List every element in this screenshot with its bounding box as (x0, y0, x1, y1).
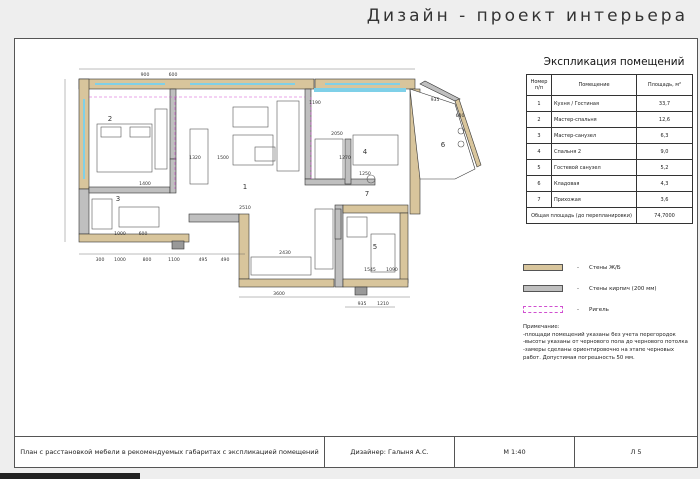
explication-title: Экспликация помещений (543, 56, 685, 68)
scale-label: М 1:40 (455, 437, 575, 467)
total-label: Общая площадь (до перепланировки) (526, 207, 637, 224)
svg-text:490: 490 (221, 257, 230, 263)
svg-text:1000: 1000 (114, 257, 126, 263)
svg-text:1500: 1500 (217, 155, 229, 161)
notes-title: Примечание: (523, 324, 560, 330)
svg-text:2: 2 (108, 115, 112, 123)
svg-text:300: 300 (96, 257, 105, 263)
table-row: 2 Мастер-спальня 12,6 (526, 111, 693, 128)
table-row: 6 Кладовая 4,3 (526, 175, 693, 192)
svg-text:1090: 1090 (386, 267, 398, 273)
svg-text:1545: 1545 (364, 267, 376, 273)
svg-text:7: 7 (365, 190, 369, 198)
notes: Примечание: -площади помещений указаны б… (523, 324, 693, 362)
svg-text:3600: 3600 (273, 291, 285, 297)
svg-text:1100: 1100 (168, 257, 180, 263)
legend: - Стены Ж/Б - Стены кирпич (200 мм) - Ри… (523, 257, 693, 320)
svg-text:600: 600 (169, 72, 178, 78)
legend-item-beam: - Ригель (523, 299, 693, 320)
svg-text:6: 6 (441, 141, 446, 149)
header-area: Площадь, м² (636, 74, 693, 96)
svg-text:2430: 2430 (279, 250, 291, 256)
svg-text:5: 5 (373, 243, 377, 251)
header-name: Помещение (551, 74, 637, 96)
table-row: 3 Мастер-санузел 6,3 (526, 127, 693, 144)
svg-text:600: 600 (139, 231, 148, 237)
svg-text:1400: 1400 (139, 181, 151, 187)
total-value: 74,7000 (636, 207, 693, 224)
designer-name: Дизайнер: Галыня А.С. (325, 437, 455, 467)
concrete-wall-swatch (523, 264, 563, 271)
note-line: -замеры сделаны ориентировочно на этапе … (523, 347, 674, 361)
svg-text:1210: 1210 (377, 301, 389, 307)
svg-text:1270: 1270 (339, 155, 351, 161)
svg-text:1000: 1000 (114, 231, 126, 237)
beam-swatch (523, 306, 563, 313)
bottom-bar (0, 473, 140, 479)
table-row: 7 Прихожая 3,6 (526, 191, 693, 208)
explication-block: Экспликация помещений Номер п/п Помещени… (526, 54, 700, 224)
drawing-sheet: 900 600 2 1 3 4 5 6 7 1400 1320 1500 2510 2… (14, 38, 698, 468)
title-block: План с расстановкой мебели в рекомендуем… (15, 436, 697, 467)
svg-text:2510: 2510 (239, 205, 251, 211)
svg-text:3: 3 (116, 195, 120, 203)
table-row: 1 Кухня / Гостиная 33,7 (526, 95, 693, 112)
sheet-description: План с расстановкой мебели в рекомендуем… (15, 437, 325, 467)
svg-text:1: 1 (243, 183, 247, 191)
svg-text:600: 600 (456, 113, 465, 119)
svg-text:1250: 1250 (359, 171, 371, 177)
table-row: 4 Спальня 2 9,0 (526, 143, 693, 160)
note-line: -площади помещений указаны без учета пер… (523, 331, 676, 338)
sheet-number: Л 5 (630, 448, 642, 456)
svg-text:1320: 1320 (189, 155, 201, 161)
svg-text:900: 900 (141, 72, 150, 78)
svg-text:1190: 1190 (309, 100, 321, 106)
table-header-row: Номер п/п Помещение Площадь, м² (526, 74, 693, 96)
explication-table: Номер п/п Помещение Площадь, м² 1 Кухня /… (526, 74, 693, 224)
legend-item-concrete: - Стены Ж/Б (523, 257, 693, 278)
floor-plan: 900 600 2 1 3 4 5 6 7 1400 1320 1500 2510 2… (64, 68, 482, 308)
svg-text:800: 800 (143, 257, 152, 263)
table-row: 5 Гостевой санузел 5,2 (526, 159, 693, 176)
svg-text:4: 4 (363, 148, 368, 156)
note-line: -высоты указаны от чернового пола до чер… (523, 339, 688, 346)
svg-text:935: 935 (358, 301, 367, 307)
page-title: Дизайн - проект интерьера (366, 6, 688, 26)
svg-text:495: 495 (199, 257, 208, 263)
brick-wall-swatch (523, 285, 563, 292)
table-total-row: Общая площадь (до перепланировки) 74,700… (526, 207, 693, 224)
header-num: Номер п/п (526, 74, 552, 96)
svg-text:2050: 2050 (331, 131, 343, 137)
legend-item-brick: - Стены кирпич (200 мм) (523, 278, 693, 299)
svg-text:935: 935 (431, 97, 440, 103)
